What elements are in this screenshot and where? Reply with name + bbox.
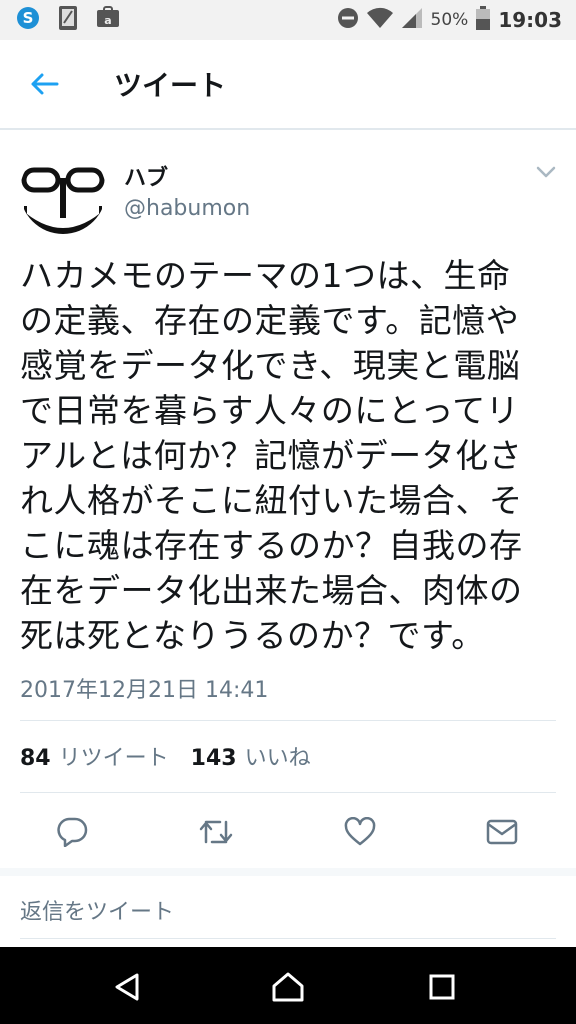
page-title: ツイート [114, 69, 227, 102]
nav-home-button[interactable] [268, 967, 308, 1007]
tablet-icon [58, 5, 78, 35]
retweet-label[interactable]: リツイート [59, 740, 169, 772]
back-button[interactable] [24, 64, 64, 104]
clock: 19:03 [498, 8, 562, 32]
tweet-line: 在をデータ化出来た場合、肉体の [20, 571, 523, 610]
tweet-line: の定義、存在の定義です。記憶や [20, 301, 520, 340]
tweet-line: れ人格がそこに紐付いた場合、そ [20, 481, 523, 520]
avatar-image [20, 148, 106, 234]
amazon-icon: a [96, 6, 120, 34]
user-handle[interactable]: @habumon [124, 196, 250, 221]
wifi-icon [366, 7, 393, 33]
heart-icon [344, 817, 376, 846]
battery-percent: 50% [430, 10, 469, 30]
like-button[interactable] [340, 812, 380, 852]
retweet-button[interactable] [196, 812, 236, 852]
svg-text:a: a [104, 14, 111, 27]
reply-icon [57, 817, 88, 847]
reply-input[interactable]: 返信をツイート [20, 894, 174, 926]
retweet-count[interactable]: 84 [20, 746, 51, 771]
envelope-icon [486, 819, 518, 845]
nav-back-button[interactable] [108, 967, 148, 1007]
tweet-timestamp: 2017年12月21日 14:41 [20, 678, 269, 703]
status-bar: S a 50% 19:03 [0, 0, 576, 40]
chevron-down-icon [536, 166, 556, 178]
tweet-header: ハブ @habumon [20, 148, 556, 238]
svg-text:S: S [23, 9, 34, 27]
tweet-line: アルとは何か？記憶がデータ化さ [20, 436, 523, 475]
divider [20, 720, 556, 721]
navigation-bar [0, 947, 576, 1024]
tweet-actions [0, 800, 576, 862]
tweet-text: ハカメモのテーマの1つは、生命 の定義、存在の定義です。記憶や 感覚をデータ化で… [20, 253, 560, 658]
nav-recents-button[interactable] [422, 967, 462, 1007]
avatar[interactable] [20, 148, 106, 234]
notification-icons: S a [0, 5, 120, 35]
retweet-icon [199, 820, 233, 844]
divider [20, 792, 556, 793]
tweet-line: ハカメモのテーマの1つは、生命 [20, 256, 511, 295]
section-separator [0, 868, 576, 876]
reply-button[interactable] [52, 812, 92, 852]
back-triangle-icon [115, 973, 139, 1001]
tweet-line: こに魂は存在するのか？自我の存 [20, 526, 523, 565]
like-label[interactable]: いいね [245, 740, 311, 772]
home-icon [272, 972, 304, 1002]
divider [20, 938, 556, 939]
more-options-button[interactable] [536, 164, 556, 183]
battery-icon [476, 6, 491, 34]
skype-icon: S [16, 6, 40, 34]
do-not-disturb-icon [337, 7, 359, 33]
tweet-line: で日常を暮らす人々のにとってリ [20, 391, 520, 430]
system-status: 50% 19:03 [337, 6, 576, 34]
app-bar: ツイート [0, 40, 576, 130]
display-name[interactable]: ハブ [124, 160, 168, 192]
recents-icon [429, 974, 455, 1000]
signal-icon [401, 7, 423, 33]
tweet-line: 死は死となりうるのか？です。 [20, 616, 485, 655]
message-button[interactable] [482, 812, 522, 852]
arrow-left-icon [31, 73, 59, 95]
like-count[interactable]: 143 [191, 746, 237, 771]
tweet-line: 感覚をデータ化でき、現実と電脳 [20, 346, 521, 385]
tweet-stats: 84 リツイート 143 いいね [20, 740, 333, 772]
